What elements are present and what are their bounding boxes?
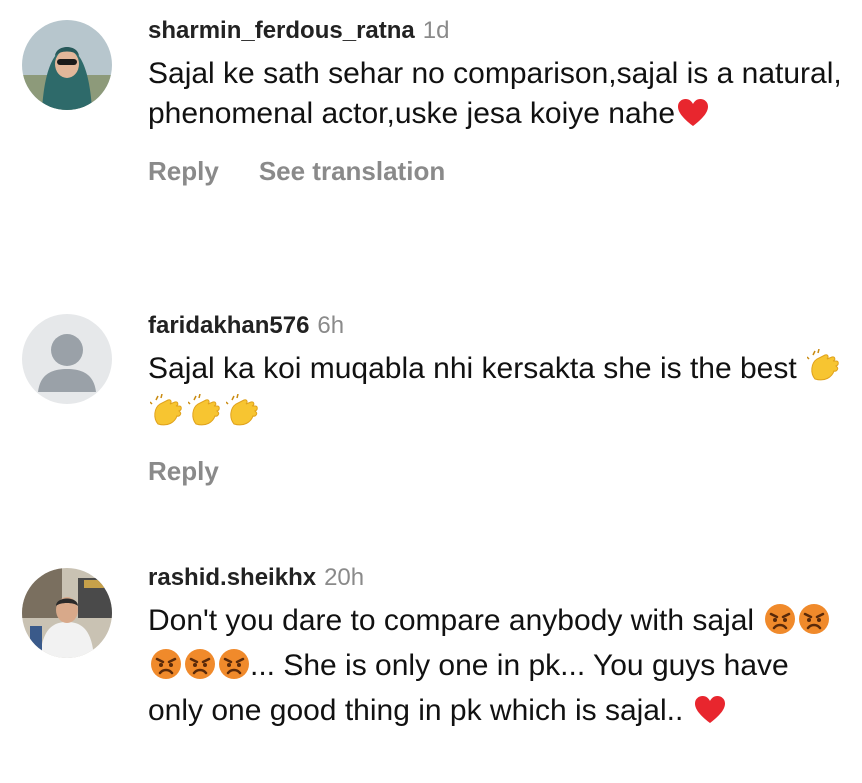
avatar[interactable] [22,314,112,404]
profile-photo-icon [22,568,112,658]
username[interactable]: sharmin_ferdous_ratna [148,17,415,44]
profile-photo-icon [22,20,112,110]
see-translation-button[interactable]: See translation [259,156,445,186]
clapping-hands-icon [149,393,186,439]
timestamp: 1d [422,17,450,44]
clapping-hands-icon [187,393,224,439]
angry-face-icon [764,603,796,646]
timestamp: 20h [324,564,365,591]
default-avatar-icon [22,314,112,404]
avatar[interactable] [22,568,112,658]
username[interactable]: faridakhan576 [148,312,309,339]
reply-button[interactable]: Reply [148,456,219,486]
angry-face-icon [184,648,216,691]
angry-face-icon [798,603,830,646]
comment-text: Sajal ka koi muqabla nhi kersakta she is… [148,348,852,439]
angry-face-icon [218,648,250,691]
avatar[interactable] [22,20,112,110]
timestamp: 6h [317,312,345,339]
username[interactable]: rashid.sheikhx [148,564,316,591]
comment-text-part1: Don't you dare to compare anybody with s… [148,604,755,637]
reply-button[interactable]: Reply [148,156,219,186]
comment-text-content: Sajal ke sath sehar no comparison,sajal … [148,57,842,130]
comment-text: Sajal ke sath sehar no comparison,sajal … [148,54,852,139]
comment-text: Don't you dare to compare anybody with s… [148,601,852,736]
clapping-hands-icon [225,393,262,439]
comment-text-content: Sajal ka koi muqabla nhi kersakta she is… [148,352,797,385]
red-heart-icon [677,98,709,139]
clapping-hands-icon [806,348,843,394]
angry-face-icon [150,648,182,691]
red-heart-icon [694,695,726,736]
